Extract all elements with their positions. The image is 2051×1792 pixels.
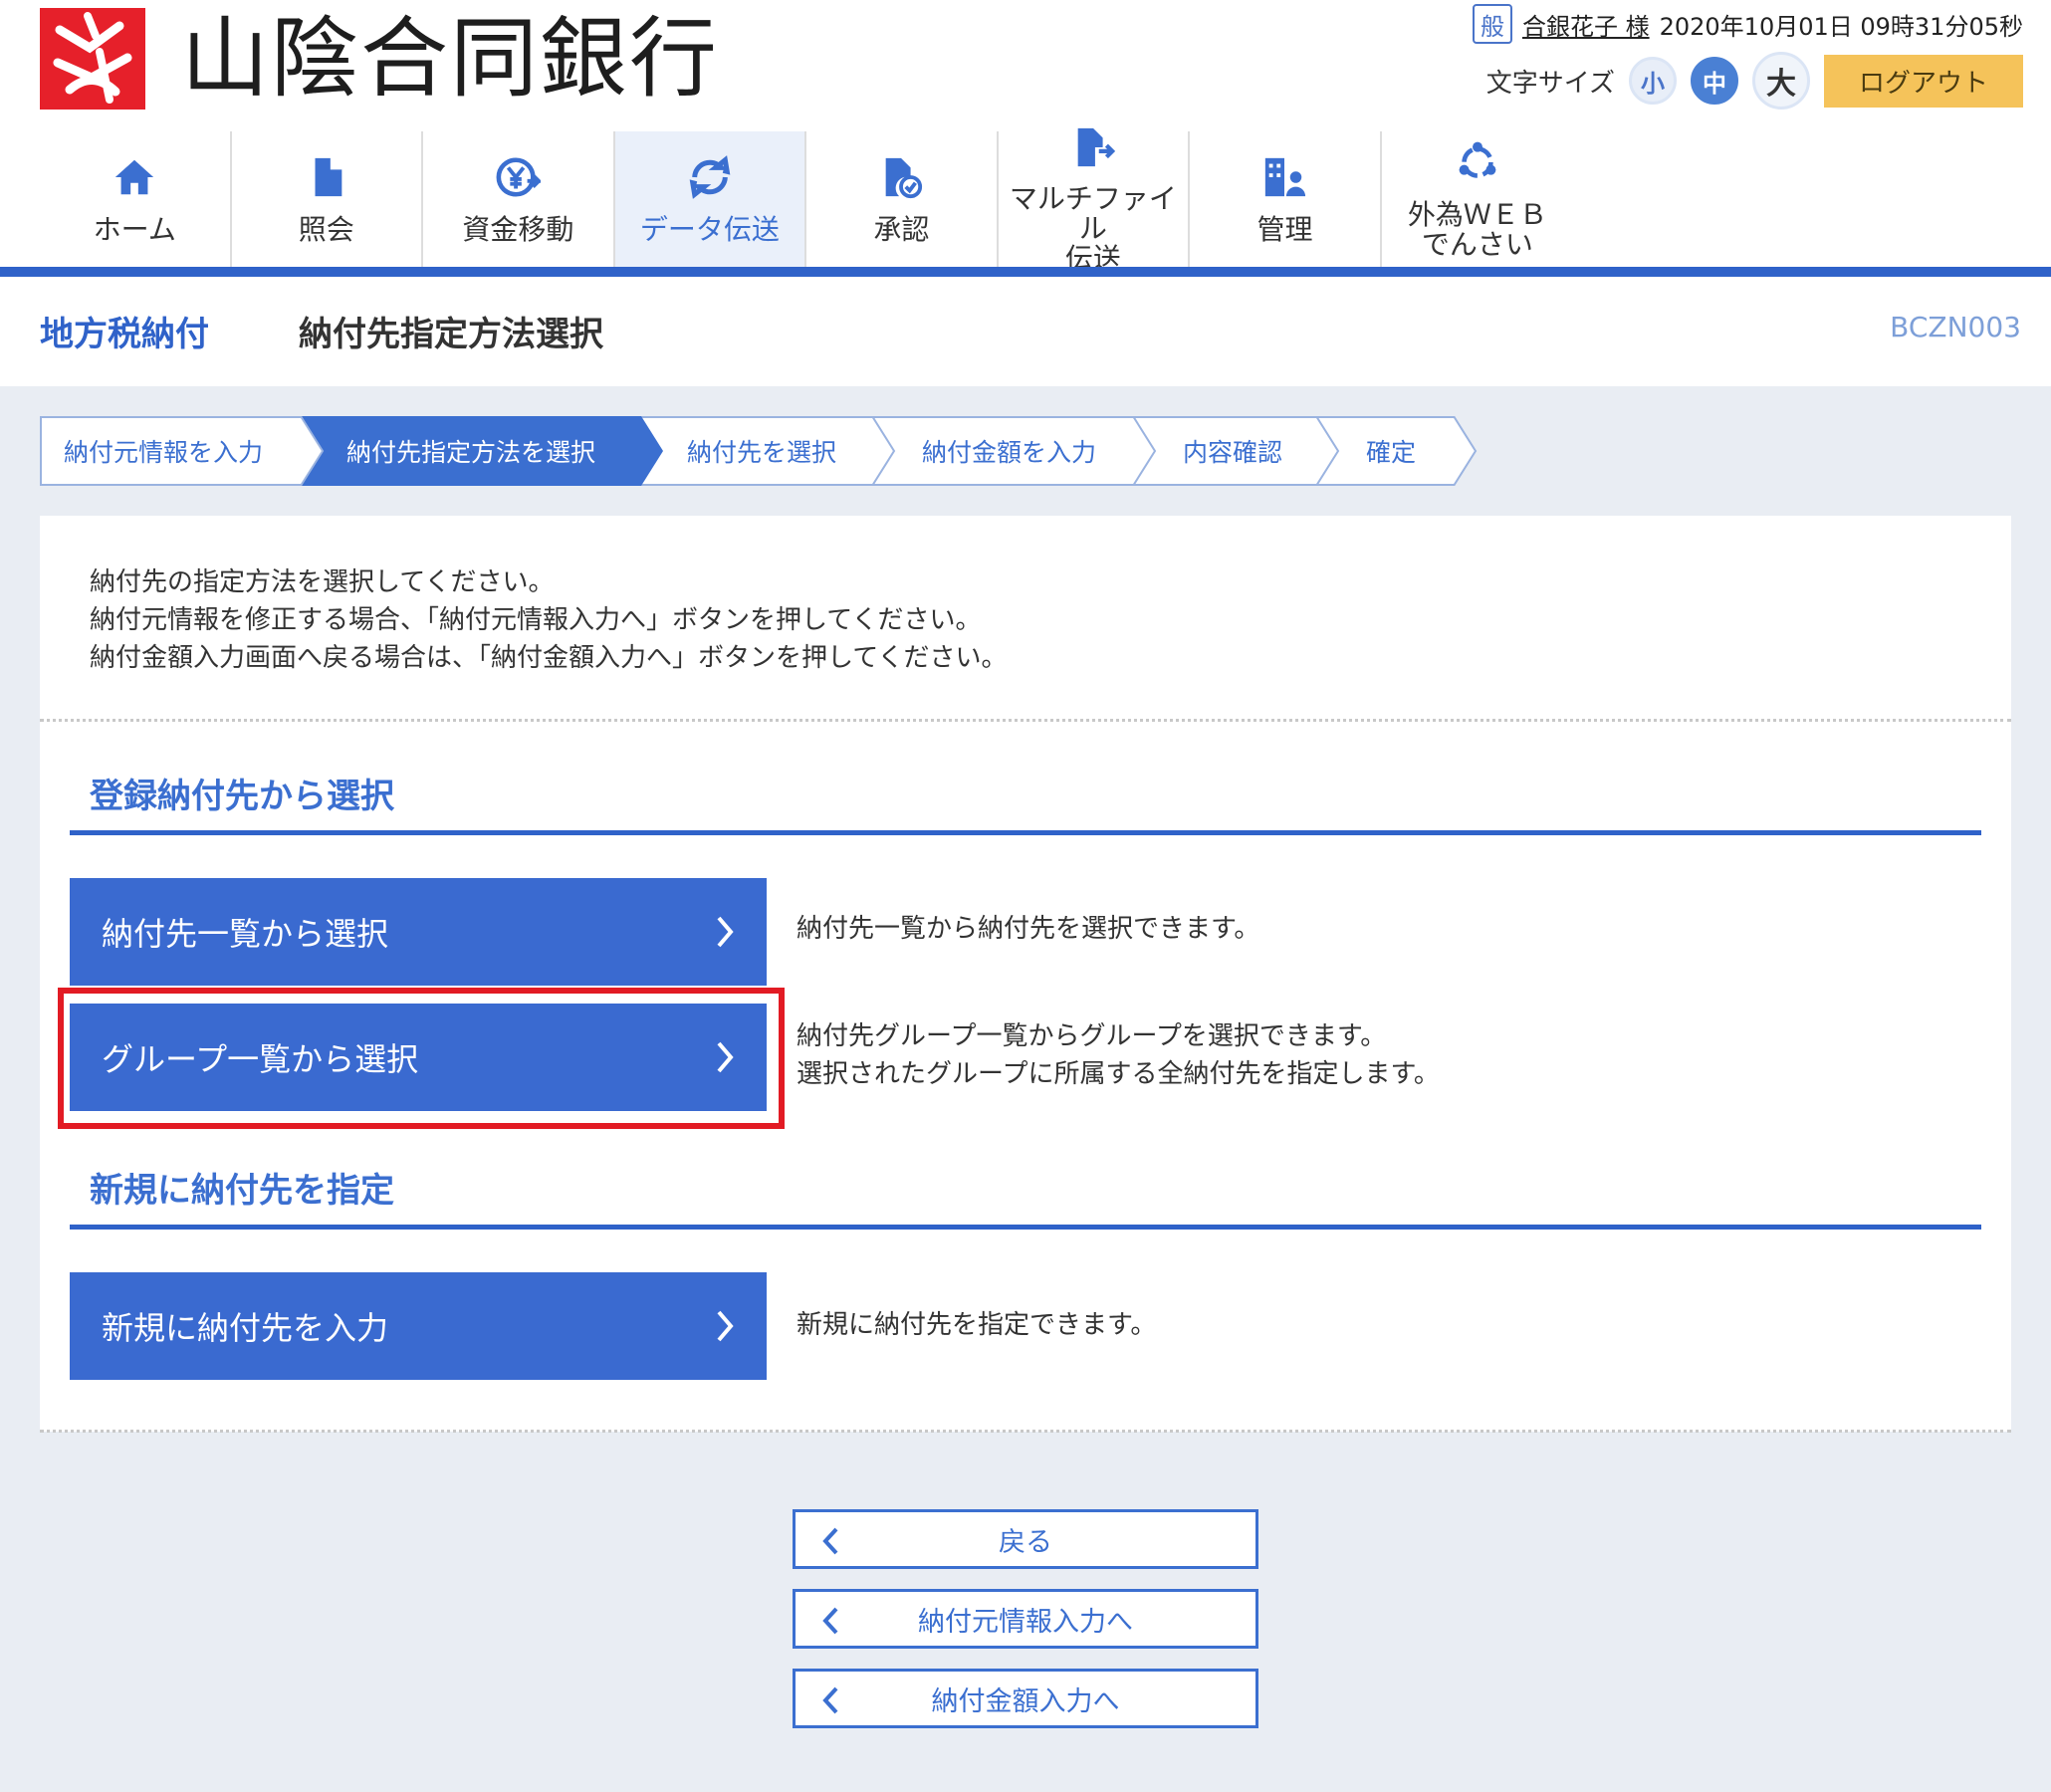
font-size-controls: 文字サイズ 小 中 大 ログアウト: [1486, 52, 2023, 110]
nav-approval[interactable]: 承認: [806, 131, 999, 267]
group-list-description-line-2: 選択されたグループに所属する全納付先を指定します。: [797, 1059, 1440, 1089]
step-1-label: 納付元情報を入力: [64, 438, 264, 467]
group-list-description-line-1: 納付先グループ一覧からグループを選択できます。: [797, 1021, 1387, 1051]
nav-admin[interactable]: 管理: [1190, 131, 1382, 267]
to-source-info-label: 納付元情報入力へ: [918, 1606, 1133, 1638]
home-icon: [111, 153, 158, 201]
step-arrow-icon: [301, 416, 325, 486]
step-4: 納付金額を入力: [872, 416, 1157, 486]
font-size-medium-button[interactable]: 中: [1691, 57, 1738, 105]
enter-new-payee-label: 新規に納付先を入力: [102, 1309, 389, 1347]
back-button[interactable]: 戻る: [793, 1509, 1258, 1569]
chevron-left-icon: [821, 1526, 839, 1556]
nav-data-transfer-label: データ伝送: [639, 213, 780, 246]
select-from-payee-list-label: 納付先一覧から選択: [102, 915, 389, 953]
step-2-label: 納付先指定方法を選択: [346, 438, 596, 467]
chevron-right-icon: [715, 914, 735, 950]
refresh-icon: [686, 153, 734, 201]
back-button-label: 戻る: [999, 1526, 1052, 1558]
font-size-label: 文字サイズ: [1485, 68, 1615, 99]
enter-new-payee-button[interactable]: 新規に納付先を入力: [70, 1272, 767, 1380]
main-panel: 納付先の指定方法を選択してください。 納付元情報を修正する場合、「納付元情報入力…: [40, 516, 2011, 1433]
nav-multifile-label: マルチファイル 伝送: [1009, 182, 1177, 275]
instructions: 納付先の指定方法を選択してください。 納付元情報を修正する場合、「納付元情報入力…: [90, 563, 1007, 677]
approval-icon: [877, 153, 925, 201]
divider: [40, 719, 2011, 722]
highlight-box: [58, 988, 785, 1129]
step-1: 納付元情報を入力: [40, 416, 325, 486]
select-from-payee-list-button[interactable]: 納付先一覧から選択: [70, 878, 767, 986]
to-amount-input-label: 納付金額入力へ: [931, 1685, 1120, 1717]
nav-fx[interactable]: 外為ＷＥＢ でんさい: [1382, 131, 1573, 267]
step-arrow-icon: [1454, 416, 1478, 486]
chevron-left-icon: [821, 1606, 839, 1636]
main-nav: ホーム 照会 資金移動 データ伝送 承認 マルチファイル 伝送 管理 外為ＷＥＢ…: [40, 127, 1573, 274]
instruction-line-1: 納付先の指定方法を選択してください。: [90, 567, 555, 597]
new-payee-description: 新規に納付先を指定できます。: [797, 1310, 1157, 1340]
step-arrow-icon: [1316, 416, 1340, 486]
nav-fx-label: 外為ＷＥＢ でんさい: [1407, 198, 1547, 261]
to-amount-input-button[interactable]: 納付金額入力へ: [793, 1669, 1258, 1728]
admin-icon: [1260, 153, 1308, 201]
step-arrow-icon: [1133, 416, 1157, 486]
section-rule: [70, 830, 1981, 835]
login-timestamp: 2020年10月01日 09時31分05秒: [1659, 12, 2023, 41]
step-4-label: 納付金額を入力: [922, 438, 1097, 467]
nav-divider: [0, 267, 2051, 277]
section-registered-title: 登録納付先から選択: [90, 777, 394, 816]
nav-inquiry-label: 照会: [298, 213, 354, 246]
step-3: 納付先を選択: [641, 416, 896, 486]
page-title: 納付先指定方法選択: [299, 315, 603, 354]
section-rule: [70, 1225, 1981, 1230]
screen-code: BCZN003: [1890, 311, 2021, 343]
step-5-label: 内容確認: [1183, 438, 1283, 467]
section-new-title: 新規に納付先を指定: [90, 1171, 394, 1211]
step-5: 内容確認: [1133, 416, 1340, 486]
nav-transfer-label: 資金移動: [462, 213, 574, 246]
nav-transfer[interactable]: 資金移動: [423, 131, 615, 267]
bank-name: 山陰合同銀行: [181, 7, 720, 110]
nav-inquiry[interactable]: 照会: [232, 131, 424, 267]
nav-data-transfer[interactable]: データ伝送: [614, 131, 807, 267]
document-icon: [303, 153, 350, 201]
step-arrow-icon: [641, 416, 665, 486]
user-info: 般 合銀花子 様 2020年10月01日 09時31分05秒: [1472, 4, 2023, 44]
step-indicator: 納付元情報を入力 納付先指定方法を選択 納付先を選択 納付金額を入力 内容確認 …: [40, 416, 1478, 486]
step-6-label: 確定: [1366, 438, 1417, 467]
chevron-left-icon: [821, 1685, 839, 1715]
nav-multifile[interactable]: マルチファイル 伝送: [999, 127, 1191, 274]
header: 山陰合同銀行 般 合銀花子 様 2020年10月01日 09時31分05秒 文字…: [0, 0, 2051, 129]
payee-list-description: 納付先一覧から納付先を選択できます。: [797, 914, 1260, 944]
instruction-line-3: 納付金額入力画面へ戻る場合は、「納付金額入力へ」ボタンを押してください。: [90, 643, 1008, 673]
to-source-info-button[interactable]: 納付元情報入力へ: [793, 1589, 1258, 1649]
user-role-badge: 般: [1472, 4, 1512, 44]
logout-button[interactable]: ログアウト: [1824, 54, 2023, 108]
divider: [40, 1430, 2011, 1433]
step-2: 納付先指定方法を選択: [301, 416, 663, 486]
nav-approval-label: 承認: [873, 213, 930, 246]
chevron-right-icon: [715, 1308, 735, 1344]
font-size-small-button[interactable]: 小: [1629, 57, 1677, 105]
instruction-line-2: 納付元情報を修正する場合、「納付元情報入力へ」ボタンを押してください。: [90, 605, 982, 635]
step-arrow-icon: [872, 416, 896, 486]
nav-home-label: ホーム: [93, 213, 176, 246]
file-upload-icon: [1069, 124, 1117, 170]
network-icon: [1454, 138, 1501, 186]
user-name-link[interactable]: 合銀花子 様: [1522, 7, 1650, 42]
font-size-large-button[interactable]: 大: [1752, 52, 1810, 110]
page-category: 地方税納付: [40, 315, 209, 354]
nav-admin-label: 管理: [1256, 213, 1313, 246]
step-3-label: 納付先を選択: [687, 438, 837, 467]
page-title-bar: 地方税納付 納付先指定方法選択 BCZN003: [0, 277, 2051, 386]
nav-home[interactable]: ホーム: [40, 131, 232, 267]
yen-transfer-icon: [494, 153, 542, 201]
bank-logo-icon: [40, 8, 145, 110]
group-list-description: 納付先グループ一覧からグループを選択できます。 選択されたグループに所属する全納…: [797, 1017, 1440, 1093]
